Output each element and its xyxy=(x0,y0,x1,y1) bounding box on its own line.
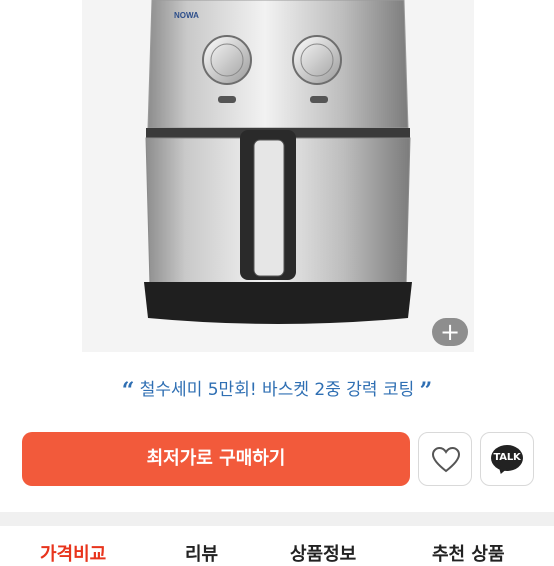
plus-icon: + xyxy=(439,318,461,346)
air-fryer-image: NOWA xyxy=(144,0,412,324)
talk-chat-button[interactable]: TALK xyxy=(480,432,534,486)
wishlist-button[interactable] xyxy=(418,432,472,486)
product-tabs: 가격비교 리뷰 상품정보 추천 상품 xyxy=(0,526,554,566)
tab-price-compare[interactable]: 가격비교 xyxy=(40,540,106,566)
tab-product-info[interactable]: 상품정보 xyxy=(290,540,356,566)
promo-tagline: “ 철수세미 5만회! 바스켓 2중 강력 코팅 ” xyxy=(0,375,554,404)
open-quote-icon: “ xyxy=(121,378,135,404)
tagline-text: 철수세미 5만회! 바스켓 2중 강력 코팅 xyxy=(139,380,415,400)
zoom-image-button[interactable]: + xyxy=(432,318,468,346)
close-quote-icon: ” xyxy=(419,378,433,404)
tab-reviews[interactable]: 리뷰 xyxy=(185,540,218,566)
heart-icon xyxy=(431,446,461,473)
talk-icon: TALK xyxy=(491,445,523,471)
buy-lowest-price-button[interactable]: 최저가로 구매하기 xyxy=(22,432,410,486)
brand-logo: NOWA xyxy=(174,11,199,20)
tab-recommended[interactable]: 추천 상품 xyxy=(432,540,505,566)
section-divider xyxy=(0,512,554,526)
product-image[interactable]: NOWA xyxy=(82,0,474,352)
